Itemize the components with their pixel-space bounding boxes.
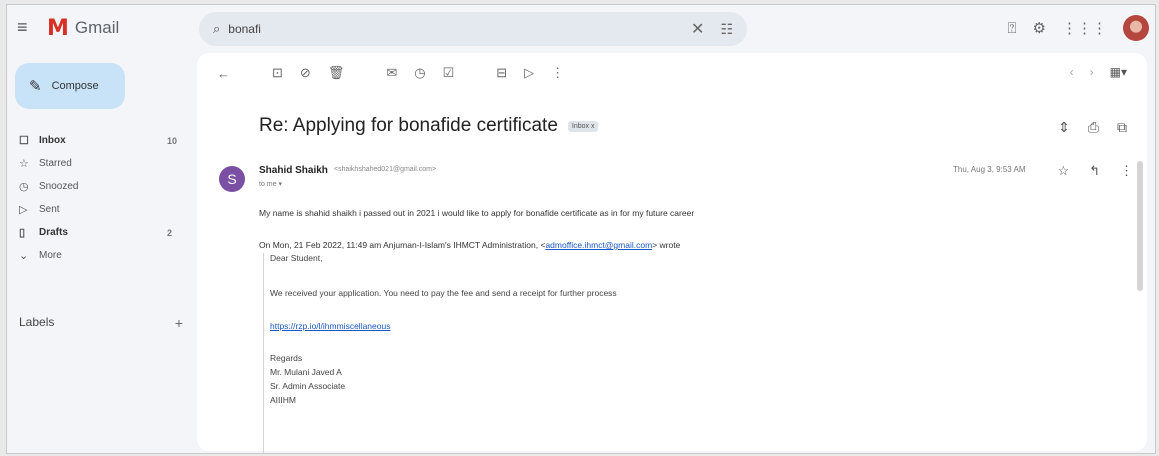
delete-icon[interactable]: 🗑 — [328, 65, 345, 81]
quote-greeting: Dear Student, — [270, 253, 323, 263]
send-icon: ▷ — [19, 204, 28, 216]
subject-row: Re: Applying for bonafide certificate In… — [259, 115, 599, 137]
sidebar-item-label: Drafts — [39, 227, 68, 238]
nav-list: ☐ Inbox 10 ☆ Starred ◷ Snoozed ▷ Sent ▯ … — [7, 129, 193, 267]
move-to-icon[interactable]: ⊟ — [496, 65, 507, 81]
gmail-logo[interactable]: M Gmail — [47, 15, 119, 41]
quote-outro: > wrote — [652, 240, 681, 250]
compose-label: Compose — [51, 80, 99, 92]
message-pane: ← ⊡ ⊘ 🗑 ✉ ◷ ☑ ⊟ ▷ ⋮ ‹ › ▦▾ Re: Applying … — [197, 53, 1147, 453]
scrollbar[interactable] — [1137, 161, 1143, 291]
email-subject: Re: Applying for bonafide certificate — [259, 115, 558, 136]
input-tools-icon[interactable]: ▦▾ — [1110, 65, 1127, 79]
message-toolbar: ← ⊡ ⊘ 🗑 ✉ ◷ ☑ ⊟ ▷ ⋮ — [217, 65, 564, 81]
quote-line: We received your application. You need t… — [270, 288, 617, 298]
recipient-details[interactable]: to me ▾ — [259, 180, 282, 188]
account-avatar[interactable] — [1123, 15, 1149, 41]
prev-message-icon[interactable]: ‹ — [1070, 65, 1074, 79]
reply-icon[interactable]: ↰ — [1089, 163, 1100, 179]
report-spam-icon[interactable]: ⊘ — [300, 65, 311, 81]
add-label-icon[interactable]: + — [175, 315, 183, 331]
chevron-down-icon: ⌄ — [19, 250, 29, 262]
label-icon[interactable]: ▷ — [524, 65, 534, 81]
compose-button[interactable]: ✎ Compose — [15, 63, 125, 109]
sidebar-item-label: Snoozed — [39, 181, 79, 192]
clock-icon: ◷ — [19, 181, 29, 193]
gmail-window: ≡ M Gmail ⌕ bonafi ✕ ☷ ⍰ ⚙ ⋮⋮⋮ ✎ Compose… — [6, 4, 1156, 454]
mark-unread-icon[interactable]: ✉ — [386, 65, 397, 81]
search-options-icon[interactable]: ☷ — [720, 21, 733, 38]
signature-name: Mr. Mulani Javed A — [270, 367, 342, 377]
main-menu-icon[interactable]: ≡ — [17, 17, 39, 37]
quote-email-link[interactable]: admoffice.ihmct@gmail.com — [545, 240, 652, 250]
search-bar[interactable]: ⌕ bonafi ✕ ☷ — [199, 12, 747, 46]
sidebar-item-drafts[interactable]: ▯ Drafts 2 — [7, 221, 193, 244]
pager: ‹ › ▦▾ — [1070, 65, 1127, 79]
sender-email: <shaikhshahed021@gmail.com> — [334, 166, 437, 173]
sender-name[interactable]: Shahid Shaikh — [259, 165, 328, 176]
search-input[interactable]: bonafi — [228, 22, 691, 36]
inbox-label-badge[interactable]: Inbox x — [567, 120, 599, 132]
settings-icon[interactable]: ⚙ — [1033, 19, 1046, 37]
quote-header: On Mon, 21 Feb 2022, 11:49 am Anjuman-I-… — [259, 240, 680, 250]
labels-heading: Labels — [19, 315, 55, 329]
drafts-count: 2 — [167, 227, 173, 238]
top-right-actions: ⍰ ⚙ ⋮⋮⋮ — [1008, 15, 1149, 41]
app-name: Gmail — [74, 18, 120, 37]
signature-org: AIIIHM — [270, 395, 296, 405]
draft-icon: ▯ — [19, 227, 26, 239]
sidebar-item-snoozed[interactable]: ◷ Snoozed — [7, 175, 193, 198]
sidebar-item-starred[interactable]: ☆ Starred — [7, 152, 193, 175]
help-icon[interactable]: ⍰ — [1008, 20, 1017, 37]
gmail-m-icon: M — [47, 15, 69, 41]
more-message-options-icon[interactable]: ⋮ — [1120, 163, 1133, 179]
message-body: My name is shahid shaikh i passed out in… — [259, 208, 695, 218]
unread-count: 10 — [167, 135, 178, 146]
inbox-icon: ☐ — [19, 135, 29, 147]
quote-intro: On Mon, 21 Feb 2022, 11:49 am Anjuman-I-… — [259, 240, 546, 250]
sidebar: ✎ Compose ☐ Inbox 10 ☆ Starred ◷ Snoozed… — [7, 53, 193, 453]
next-message-icon[interactable]: › — [1090, 65, 1094, 79]
labels-section: Labels + — [19, 315, 189, 331]
sidebar-item-label: More — [39, 250, 62, 261]
subject-actions: ⇕ ⎙ ⧉ — [1058, 119, 1127, 136]
quoted-message: Dear Student, We received your applicati… — [263, 253, 863, 453]
payment-link[interactable]: https://rzp.io/l/ihmmiscellaneous — [270, 321, 390, 331]
message-actions: ☆ ↰ ⋮ — [1057, 163, 1133, 179]
back-arrow-icon[interactable]: ← — [217, 66, 230, 81]
print-icon[interactable]: ⎙ — [1088, 119, 1099, 136]
pencil-icon: ✎ — [29, 78, 42, 95]
expand-all-icon[interactable]: ⇕ — [1058, 119, 1070, 136]
sidebar-item-label: Inbox — [39, 135, 66, 146]
open-new-window-icon[interactable]: ⧉ — [1117, 119, 1127, 136]
sidebar-item-inbox[interactable]: ☐ Inbox 10 — [7, 129, 193, 152]
signature-title: Sr. Admin Associate — [270, 381, 346, 391]
sidebar-item-sent[interactable]: ▷ Sent — [7, 198, 193, 221]
archive-icon[interactable]: ⊡ — [272, 65, 283, 81]
add-task-icon[interactable]: ☑ — [443, 65, 455, 81]
sidebar-item-label: Starred — [39, 158, 72, 169]
sender-avatar[interactable]: S — [219, 166, 245, 192]
message-date: Thu, Aug 3, 9:53 AM — [953, 165, 1026, 174]
sidebar-item-more[interactable]: ⌄ More — [7, 244, 193, 267]
top-bar: ≡ M Gmail ⌕ bonafi ✕ ☷ ⍰ ⚙ ⋮⋮⋮ — [7, 5, 1157, 53]
sidebar-item-label: Sent — [39, 204, 60, 215]
search-icon[interactable]: ⌕ — [213, 21, 220, 37]
star-message-icon[interactable]: ☆ — [1057, 163, 1069, 179]
clear-search-icon[interactable]: ✕ — [691, 19, 704, 39]
more-options-icon[interactable]: ⋮ — [551, 65, 564, 81]
apps-grid-icon[interactable]: ⋮⋮⋮ — [1062, 19, 1107, 37]
snooze-icon[interactable]: ◷ — [414, 65, 425, 81]
star-icon: ☆ — [19, 158, 29, 170]
quote-regards: Regards — [270, 353, 303, 363]
